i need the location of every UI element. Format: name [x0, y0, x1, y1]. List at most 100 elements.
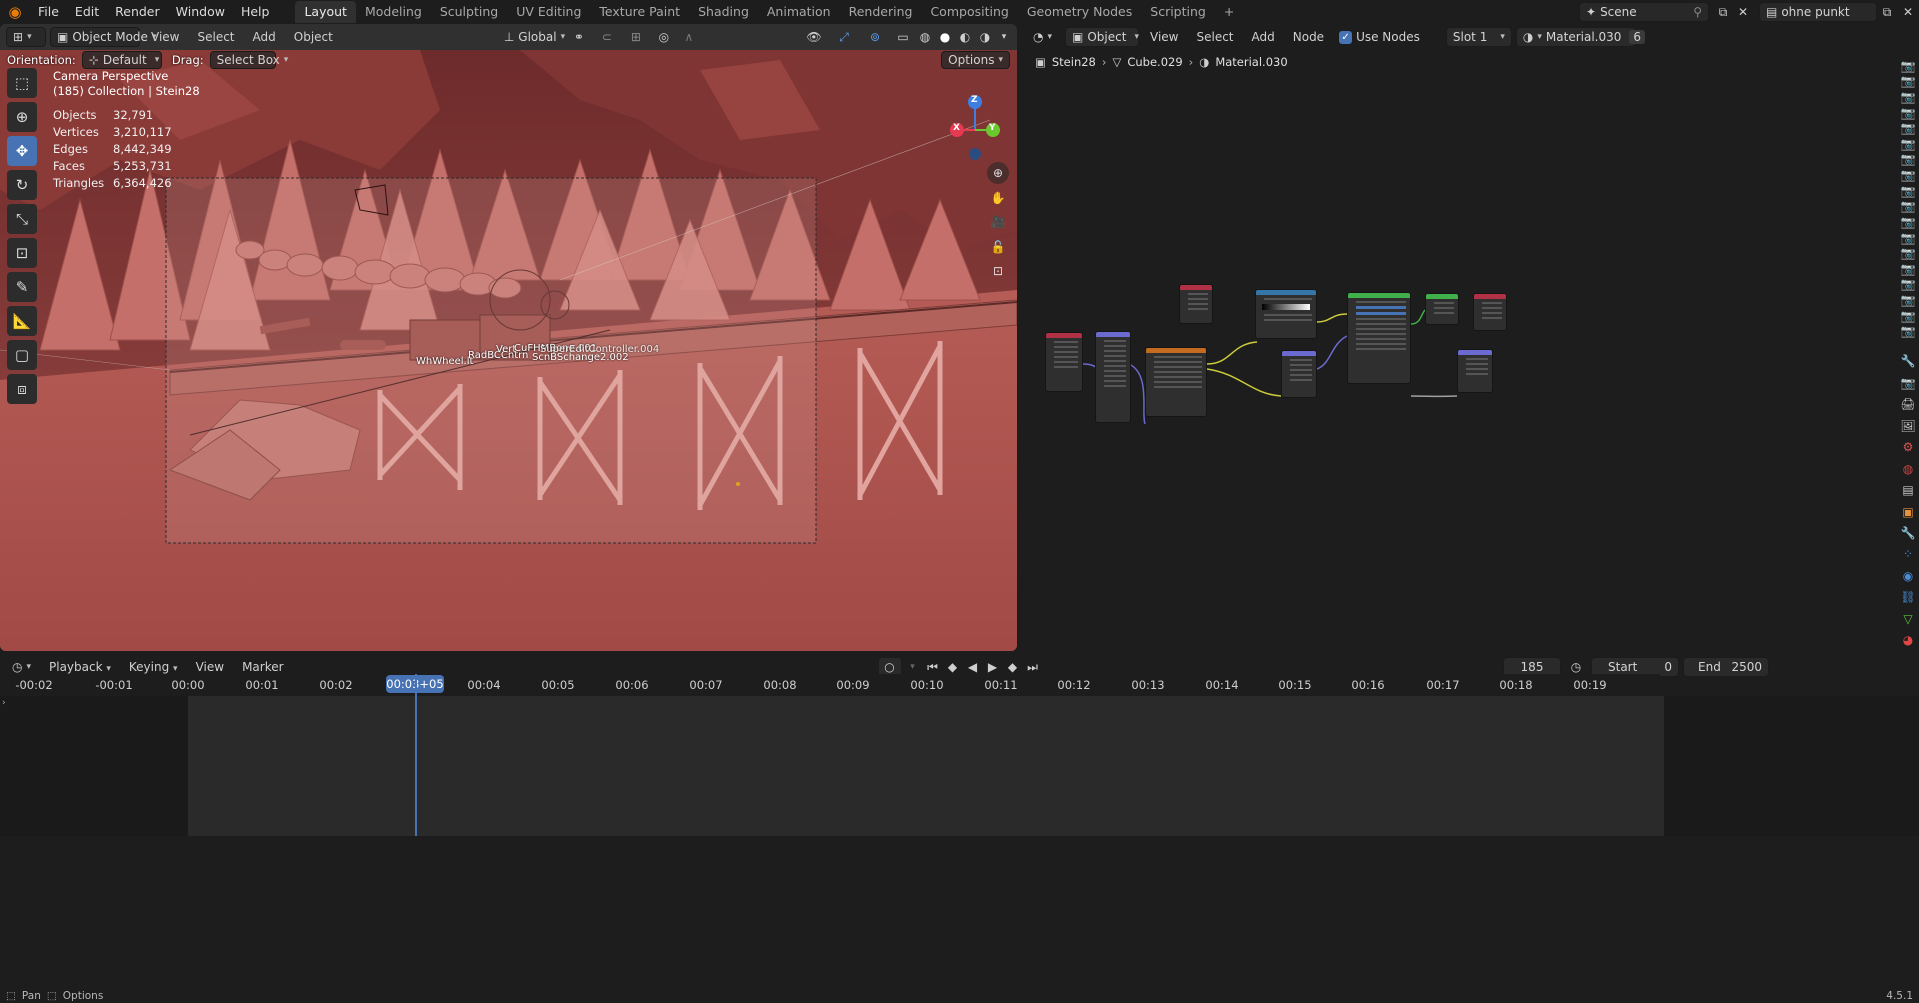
scene-selector[interactable]: ✦ Scene ⚲	[1579, 2, 1709, 22]
add-workspace-button[interactable]: +	[1215, 1, 1243, 23]
pan-hand-icon[interactable]: ✋	[987, 187, 1009, 209]
camera-view-icon[interactable]: 🎥	[987, 211, 1009, 233]
play-reverse-icon[interactable]: ◀	[965, 660, 981, 674]
new-view-layer-icon[interactable]: ⧉	[1877, 5, 1897, 20]
render-icon[interactable]: 📷	[1897, 245, 1919, 261]
modifier-props-icon[interactable]: 🔧	[1897, 522, 1919, 543]
render-icon[interactable]: 📷	[1897, 214, 1919, 230]
node-mix-shader[interactable]	[1425, 293, 1459, 325]
measure-tool[interactable]: 📐	[7, 306, 37, 336]
menu-window[interactable]: Window	[168, 0, 233, 24]
annotate-tool[interactable]: ✎	[7, 272, 37, 302]
jump-end-icon[interactable]: ⏭	[1025, 660, 1041, 675]
viewport-menu-object[interactable]: Object	[287, 30, 340, 44]
blender-logo-icon[interactable]: ◉	[0, 0, 30, 24]
transform-orientation-dropdown[interactable]: ⊥ Global ▾	[498, 27, 565, 47]
snap-target-icon[interactable]: ⊞	[622, 30, 650, 44]
falloff-icon[interactable]: ∧	[678, 30, 700, 44]
render-icon[interactable]: 📷	[1897, 136, 1919, 152]
viewport-menu-view[interactable]: View	[144, 30, 186, 44]
timeline-track-area[interactable]: ›	[0, 674, 1919, 836]
add-cube-tool[interactable]: ▢	[7, 340, 37, 370]
render-icon[interactable]: 📷	[1897, 120, 1919, 136]
tab-layout[interactable]: Layout	[295, 1, 356, 23]
transform-tool[interactable]: ⊡	[7, 238, 37, 268]
navigation-gizmo[interactable]: Z Y X	[945, 90, 1005, 170]
material-shading-icon[interactable]: ◐	[957, 30, 973, 44]
tab-compositing[interactable]: Compositing	[921, 1, 1017, 23]
menu-file[interactable]: File	[30, 0, 67, 24]
physics-props-icon[interactable]: ◉	[1897, 565, 1919, 586]
collapse-arrow-icon[interactable]: ›	[2, 698, 6, 708]
use-nodes-checkbox[interactable]: ✓ Use Nodes	[1339, 30, 1420, 44]
node-displacement[interactable]	[1457, 349, 1493, 393]
tab-geometry-nodes[interactable]: Geometry Nodes	[1018, 1, 1141, 23]
lock-camera-icon[interactable]: 🔓	[987, 236, 1009, 258]
viewport-menu-select[interactable]: Select	[190, 30, 241, 44]
object-props-icon[interactable]: ▣	[1897, 501, 1919, 522]
node-bump[interactable]	[1281, 350, 1317, 398]
node-material-output[interactable]	[1473, 293, 1507, 331]
menu-help[interactable]: Help	[233, 0, 278, 24]
object-mode-dropdown[interactable]: ▣ Object Mode ▾	[50, 27, 156, 47]
render-icon[interactable]: 📷	[1897, 261, 1919, 277]
delete-view-layer-icon[interactable]: ✕	[1897, 5, 1919, 19]
render-icon[interactable]: 📷	[1897, 58, 1919, 74]
collection-props-icon[interactable]: ▤	[1897, 479, 1919, 500]
keying-options-icon[interactable]: ▾	[905, 662, 921, 672]
gizmo-toggle-icon[interactable]: ⤢	[831, 30, 857, 45]
editor-type-button[interactable]: ⊞ ▾	[6, 27, 46, 47]
node-canvas[interactable]	[1021, 74, 1896, 651]
node-editor-type-button[interactable]: ◔ ▾	[1027, 27, 1061, 47]
rotate-tool[interactable]: ↻	[7, 170, 37, 200]
render-icon[interactable]: 📷	[1897, 198, 1919, 214]
cursor-tool[interactable]: ⊕	[7, 102, 37, 132]
delete-scene-icon[interactable]: ✕	[1733, 5, 1753, 19]
time-ruler[interactable]: -00:02 -00:01 00:00 00:01 00:02 00:03+05…	[0, 674, 1660, 696]
node-menu-add[interactable]: Add	[1245, 30, 1282, 44]
pin-icon[interactable]: ⚲	[1693, 5, 1702, 19]
slot-dropdown[interactable]: Slot 1 ▾	[1445, 27, 1512, 47]
node-object-info[interactable]	[1179, 284, 1213, 324]
node-image-texture[interactable]	[1145, 347, 1207, 417]
viewport-menu-add[interactable]: Add	[246, 30, 283, 44]
data-props-icon[interactable]: ▽	[1897, 608, 1919, 629]
particles-props-icon[interactable]: ⁘	[1897, 544, 1919, 565]
render-icon[interactable]: 📷	[1897, 323, 1919, 339]
view-layer-selector[interactable]: ▤ ohne punkt	[1759, 2, 1877, 22]
render-icon[interactable]: 📷	[1897, 152, 1919, 168]
playhead[interactable]	[415, 674, 417, 836]
scale-tool[interactable]: ⤡	[7, 204, 37, 234]
tab-scripting[interactable]: Scripting	[1141, 1, 1215, 23]
tab-texture-paint[interactable]: Texture Paint	[590, 1, 689, 23]
prev-keyframe-icon[interactable]: ◆	[945, 660, 961, 674]
tab-rendering[interactable]: Rendering	[840, 1, 922, 23]
render-props-icon[interactable]: 📷	[1897, 372, 1919, 393]
render-icon[interactable]: 📷	[1897, 89, 1919, 105]
menu-render[interactable]: Render	[107, 0, 168, 24]
zoom-icon[interactable]: ⊕	[987, 162, 1009, 184]
timeline-menu-keying[interactable]: Keying ▾	[122, 660, 185, 674]
tool-props-icon[interactable]: 🔧	[1897, 351, 1919, 372]
play-icon[interactable]: ▶	[985, 660, 1001, 674]
material-selector[interactable]: ◑ ▾ Material.030 6	[1515, 27, 1646, 47]
node-mapping[interactable]	[1095, 331, 1131, 423]
constraints-props-icon[interactable]: ⛓	[1897, 587, 1919, 608]
render-icon[interactable]: 📷	[1897, 167, 1919, 183]
view-layer-props-icon[interactable]: 🖼	[1897, 415, 1919, 436]
xray-icon[interactable]: ▭	[893, 30, 913, 44]
preview-range-clock-icon[interactable]: ◷	[1565, 660, 1587, 674]
node-principled-bsdf[interactable]	[1347, 292, 1411, 384]
node-menu-node[interactable]: Node	[1286, 30, 1331, 44]
render-icon[interactable]: 📷	[1897, 277, 1919, 293]
world-props-icon[interactable]: ◍	[1897, 458, 1919, 479]
output-props-icon[interactable]: 🖨	[1897, 394, 1919, 415]
viewport-canvas[interactable]: WhWheel.lt RadBCCntrn Vert CuFHMBone.001…	[0, 50, 1017, 651]
node-color-ramp[interactable]	[1255, 289, 1317, 339]
proportional-edit-icon[interactable]: ◎	[654, 30, 674, 44]
rendered-shading-icon[interactable]: ◑	[977, 30, 993, 44]
node-menu-view[interactable]: View	[1143, 30, 1185, 44]
visibility-icon[interactable]: 👁	[801, 30, 827, 44]
timeline-menu-view[interactable]: View	[189, 660, 231, 674]
render-icon[interactable]: 📷	[1897, 292, 1919, 308]
